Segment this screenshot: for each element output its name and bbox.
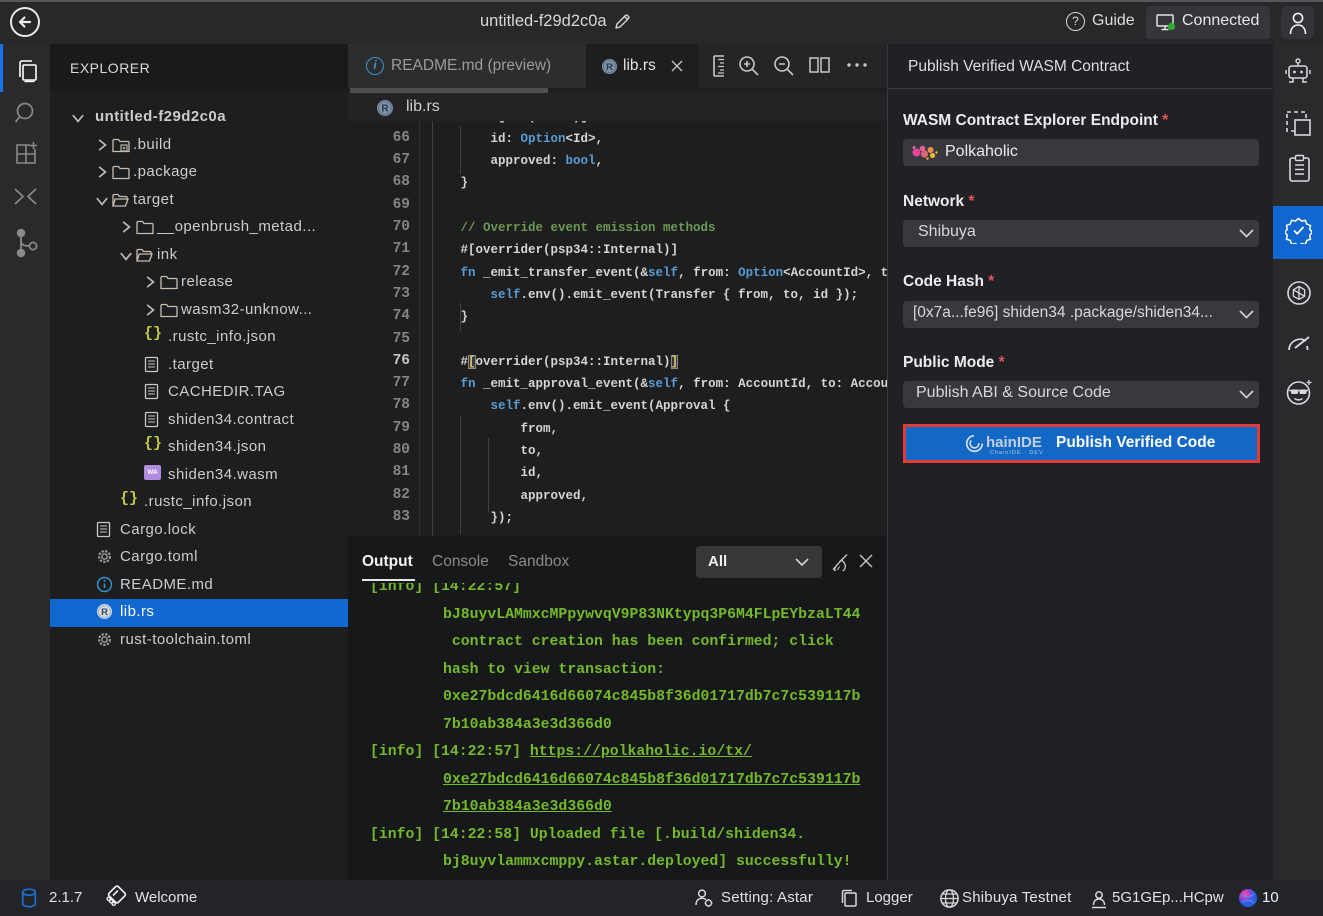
svg-text:R: R: [381, 104, 389, 115]
svg-text:R: R: [101, 607, 108, 618]
svg-text:R: R: [606, 62, 613, 73]
